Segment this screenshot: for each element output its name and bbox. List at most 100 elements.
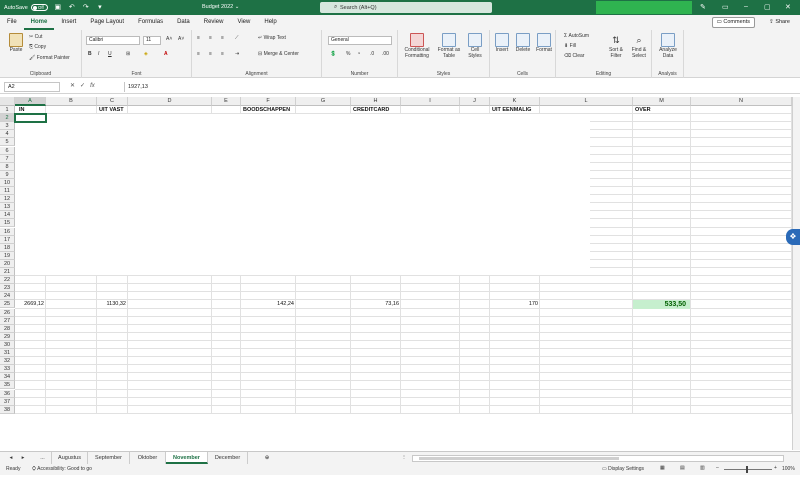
tab-home[interactable]: Home xyxy=(23,15,55,30)
font-shrink-icon[interactable]: A˅ xyxy=(178,36,184,42)
find-select-button[interactable]: ⌕ Find & Select xyxy=(628,33,650,59)
minimize-icon[interactable]: – xyxy=(744,3,748,10)
horizontal-scroll-thumb[interactable] xyxy=(419,457,619,460)
cell-c1[interactable]: UIT VAST xyxy=(97,106,157,114)
next-sheet-icon[interactable]: ▸ xyxy=(18,452,28,464)
row-header-16[interactable]: 16 xyxy=(0,227,15,236)
bold-icon[interactable]: B xyxy=(88,51,92,57)
add-sheet-icon[interactable]: ⊕ xyxy=(260,452,274,464)
cell-styles-button[interactable]: Cell Styles xyxy=(464,33,486,59)
row-header-38[interactable]: 38 xyxy=(0,405,15,414)
row-header-2[interactable]: 2 xyxy=(0,114,15,123)
font-size-dropdown[interactable]: 11 xyxy=(143,36,161,45)
format-cells-button[interactable]: Format xyxy=(534,33,554,53)
cell-k25[interactable]: 170 xyxy=(490,300,540,308)
sort-filter-button[interactable]: ⇅ Sort & Filter xyxy=(606,33,626,59)
account-area[interactable] xyxy=(596,1,692,14)
redo-icon[interactable]: ↷ xyxy=(82,4,90,12)
autosum-button[interactable]: Σ AutoSum xyxy=(564,33,589,39)
zoom-slider-thumb[interactable] xyxy=(746,466,748,473)
column-header-i[interactable]: I xyxy=(401,97,460,106)
tab-help[interactable]: Help xyxy=(257,15,283,30)
ribbon-display-icon[interactable]: ▭ xyxy=(722,3,729,11)
number-format-dropdown[interactable]: General xyxy=(328,36,392,45)
accessibility-status[interactable]: ⛭ Accessibility: Good to go xyxy=(32,466,92,472)
italic-icon[interactable]: I xyxy=(98,51,99,57)
tab-page-layout[interactable]: Page Layout xyxy=(83,15,131,30)
row-header-11[interactable]: 11 xyxy=(0,187,15,196)
autosave-control[interactable]: AutoSave Off xyxy=(4,4,48,11)
row-header-12[interactable]: 12 xyxy=(0,195,15,204)
align-middle-icon[interactable]: ≡ xyxy=(209,35,212,41)
document-title[interactable]: Budget 2022 ⌄ xyxy=(202,4,239,10)
row-header-30[interactable]: 30 xyxy=(0,340,15,349)
enter-icon[interactable]: ✓ xyxy=(80,83,85,89)
conditional-formatting-button[interactable]: Conditional Formatting xyxy=(401,33,433,59)
row-header-31[interactable]: 31 xyxy=(0,349,15,358)
display-settings-button[interactable]: ▭ Display Settings xyxy=(602,466,644,472)
horizontal-scrollbar[interactable] xyxy=(412,455,784,462)
row-header-14[interactable]: 14 xyxy=(0,211,15,220)
font-color-icon[interactable]: A xyxy=(164,51,168,57)
row-header-5[interactable]: 5 xyxy=(0,138,15,147)
row-header-17[interactable]: 17 xyxy=(0,235,15,244)
tab-insert[interactable]: Insert xyxy=(54,15,83,30)
worksheet-grid[interactable]: A B C D E F G H I J K L M N 1 2 3 4 5 6 7 8 9 10 11 12 13 14 15 16 17 1… xyxy=(0,97,792,450)
cut-button[interactable]: ✂ Cut xyxy=(29,34,42,40)
clear-button[interactable]: ⌫ Clear xyxy=(564,53,584,59)
row-header-27[interactable]: 27 xyxy=(0,316,15,325)
page-break-view-icon[interactable]: ▥ xyxy=(700,465,705,471)
copy-button[interactable]: ⎘ Copy xyxy=(29,44,46,50)
row-header-35[interactable]: 35 xyxy=(0,381,15,390)
select-all-corner[interactable] xyxy=(0,97,15,106)
row-header-10[interactable]: 10 xyxy=(0,178,15,187)
page-layout-view-icon[interactable]: ▤ xyxy=(680,465,685,471)
row-header-37[interactable]: 37 xyxy=(0,397,15,406)
vertical-scrollbar[interactable] xyxy=(792,97,800,450)
fill-color-icon[interactable]: ◈ xyxy=(144,51,148,57)
insert-cells-button[interactable]: Insert xyxy=(493,33,511,53)
row-header-4[interactable]: 4 xyxy=(0,130,15,139)
prev-sheet-icon[interactable]: ◂ xyxy=(6,452,16,464)
search-input[interactable]: ⌕ Search (Alt+Q) xyxy=(320,2,492,13)
zoom-slider[interactable] xyxy=(724,469,772,470)
column-header-j[interactable]: J xyxy=(460,97,490,106)
paste-button[interactable]: Paste xyxy=(6,33,26,53)
close-icon[interactable]: ✕ xyxy=(785,3,791,11)
tab-formulas[interactable]: Formulas xyxy=(131,15,170,30)
cell-f1[interactable]: BOODSCHAPPEN xyxy=(241,106,301,114)
cell-h25[interactable]: 73,16 xyxy=(351,300,401,308)
column-header-g[interactable]: G xyxy=(296,97,351,106)
sheet-tab-more[interactable]: ... xyxy=(34,452,52,464)
row-header-8[interactable]: 8 xyxy=(0,162,15,171)
dropbox-icon[interactable]: ❖ xyxy=(786,229,800,245)
delete-cells-button[interactable]: Delete xyxy=(513,33,533,53)
column-header-k[interactable]: K xyxy=(490,97,540,106)
pen-icon[interactable]: ✎ xyxy=(700,3,706,11)
formula-input[interactable]: 1927,13 xyxy=(124,82,796,92)
column-header-e[interactable]: E xyxy=(212,97,241,106)
row-header-15[interactable]: 15 xyxy=(0,219,15,228)
save-icon[interactable]: ▣ xyxy=(54,4,62,12)
row-header-26[interactable]: 26 xyxy=(0,308,15,317)
indent-icon[interactable]: ⇥ xyxy=(235,51,239,57)
tab-review[interactable]: Review xyxy=(197,15,231,30)
percent-icon[interactable]: % xyxy=(346,51,350,57)
comments-button[interactable]: ▭ Comments xyxy=(711,17,755,28)
row-header-34[interactable]: 34 xyxy=(0,373,15,382)
row-header-1[interactable]: 1 xyxy=(0,106,15,115)
comma-style-icon[interactable]: ⁹ xyxy=(358,51,360,57)
customize-qat-icon[interactable]: ▾ xyxy=(96,4,104,12)
autosave-toggle[interactable]: Off xyxy=(30,4,48,11)
cell-m1[interactable]: OVER xyxy=(633,106,691,114)
align-center-icon[interactable]: ≡ xyxy=(209,51,212,57)
merge-center-button[interactable]: ⊟ Merge & Center xyxy=(258,51,299,57)
format-painter-button[interactable]: 🖌 Format Painter xyxy=(29,55,70,61)
align-top-icon[interactable]: ≡ xyxy=(197,35,200,41)
undo-icon[interactable]: ↶ xyxy=(68,4,76,12)
cell-k1[interactable]: UIT EENMALIG xyxy=(490,106,550,114)
column-header-a[interactable]: A xyxy=(15,97,46,106)
sheet-tab-september[interactable]: September xyxy=(88,452,130,464)
row-header-22[interactable]: 22 xyxy=(0,276,15,285)
align-left-icon[interactable]: ≡ xyxy=(197,51,200,57)
